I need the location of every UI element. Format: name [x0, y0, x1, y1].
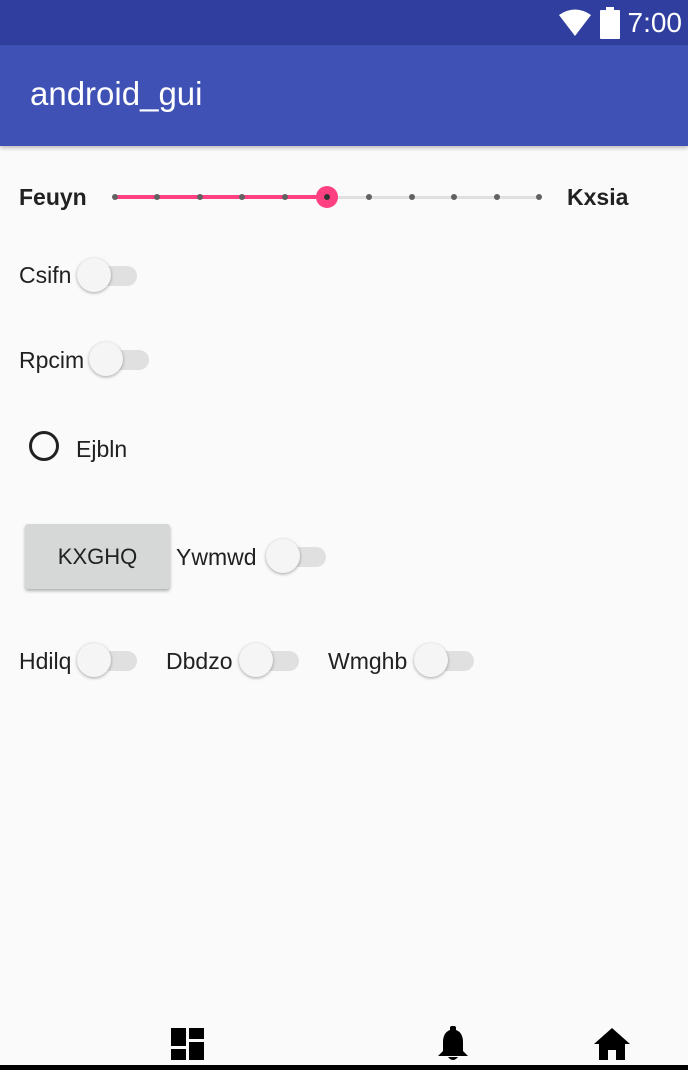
hdilq-switch-label: Hdilq — [19, 648, 72, 674]
seekbar-tick — [408, 194, 415, 200]
seekbar-tick — [281, 194, 288, 200]
notifications-icon[interactable] — [433, 1026, 473, 1062]
seekbar-tick — [451, 194, 458, 200]
seekbar-tick — [536, 194, 542, 200]
battery-icon — [599, 6, 620, 39]
seekbar-right-label: Kxsia — [567, 184, 629, 210]
status-bar: 7:00 — [0, 0, 688, 45]
wifi-icon — [558, 9, 591, 36]
ywmwd-switch-label: Ywmwd — [176, 544, 257, 570]
rpcim-switch-label: Rpcim — [19, 347, 85, 373]
app-bar: android_gui — [0, 45, 688, 146]
navigation-bar-edge — [0, 1065, 688, 1070]
switch-thumb — [77, 643, 111, 677]
hdilq-switch[interactable] — [77, 639, 141, 679]
rpcim-switch[interactable] — [89, 338, 153, 378]
seekbar-left-label: Feuyn — [19, 184, 87, 210]
switch-thumb — [414, 643, 448, 677]
csifn-switch-label: Csifn — [19, 262, 72, 288]
wmghb-switch[interactable] — [414, 639, 478, 679]
wmghb-switch-label: Wmghb — [328, 648, 408, 674]
seekbar-thumb[interactable] — [316, 186, 338, 208]
switch-thumb — [89, 342, 123, 376]
seekbar-tick — [196, 194, 203, 200]
status-icons: 7:00 — [558, 0, 683, 45]
csifn-switch[interactable] — [77, 254, 141, 294]
seekbar-tick — [366, 194, 373, 200]
dashboard-icon[interactable] — [168, 1026, 208, 1062]
seekbar-tick — [112, 194, 118, 200]
dbdzo-switch-label: Dbdzo — [166, 648, 233, 674]
ejbln-radio-button[interactable] — [29, 431, 59, 461]
seekbar-tick — [239, 194, 246, 200]
status-time: 7:00 — [627, 6, 683, 38]
switch-thumb — [266, 539, 300, 573]
app-title: android_gui — [30, 75, 203, 112]
seekbar-tick — [493, 194, 500, 200]
ywmwd-switch[interactable] — [266, 535, 330, 575]
switch-thumb — [239, 643, 273, 677]
kxghq-button[interactable]: KXGHQ — [25, 524, 170, 589]
seekbar-progress — [115, 195, 327, 199]
switch-thumb — [77, 258, 111, 292]
home-icon[interactable] — [592, 1026, 632, 1062]
dbdzo-switch[interactable] — [239, 639, 303, 679]
seekbar-tick — [154, 194, 161, 200]
ejbln-radio-label[interactable]: Ejbln — [76, 436, 127, 463]
